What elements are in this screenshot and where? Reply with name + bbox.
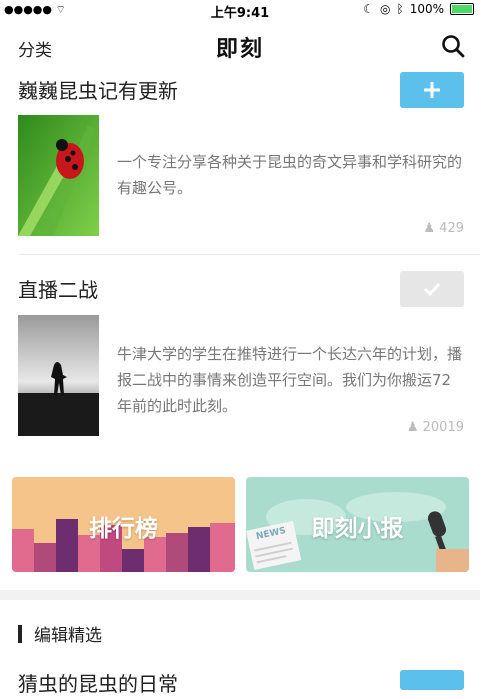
divider [18, 254, 480, 255]
battery-icon [450, 3, 474, 15]
section-accent-bar [18, 624, 22, 643]
ranking-banner[interactable]: 排行榜 [12, 477, 235, 572]
ladybug-thumbnail [18, 115, 99, 236]
navbar: 分类 即刻 [0, 20, 480, 72]
search-icon[interactable] [440, 33, 466, 59]
bluetooth-icon: ᛒ [396, 2, 404, 16]
topic-description: 一个专注分享各种关于昆虫的奇文异事和学科研究的有趣公号。 [117, 153, 463, 197]
banner-label: 排行榜 [89, 516, 158, 542]
topic-card[interactable]: 巍巍昆虫记有更新 一个专注分享各种关于昆虫的奇文异事和学科研究的有趣公号。 ♟ … [0, 72, 480, 255]
follow-button[interactable] [400, 670, 464, 690]
checkmark-icon [423, 282, 441, 297]
ww2-soldier-thumbnail [18, 315, 99, 436]
topic-card[interactable]: 直播二战 牛津大学的学生在推特进行一个长达六年的计划，播报二战中的事情来创造平行… [0, 271, 480, 451]
moon-icon: ☾ [363, 2, 374, 16]
status-right: ☾ ◎ ᛒ 100% [363, 2, 474, 16]
plus-icon [424, 82, 440, 98]
section-spacer [0, 590, 480, 600]
section-header: 编辑精选 [18, 621, 102, 646]
status-bar: ●●●●● ⌔ 上午9:41 ☾ ◎ ᛒ 100% [0, 0, 480, 21]
lock-rotation-icon: ◎ [380, 2, 391, 16]
person-icon: ♟ [423, 221, 436, 236]
topic-title: 直播二战 [18, 278, 98, 302]
subscriber-count: ♟ 429 [423, 221, 464, 236]
topic-title: 巍巍昆虫记有更新 [18, 79, 178, 103]
section-title: 编辑精选 [34, 626, 102, 646]
next-topic-title[interactable]: 猜虫的昆虫的日常 [18, 668, 178, 697]
follow-button[interactable] [400, 72, 464, 108]
banner-label: 即刻小报 [311, 516, 404, 542]
battery-percent: 100% [409, 2, 444, 16]
app-logo-title: 即刻 [215, 37, 264, 62]
topic-description: 牛津大学的学生在推特进行一个长达六年的计划，播报二战中的事情来创造平行空间。我们… [117, 345, 463, 415]
newspaper-banner[interactable]: NEWS 即刻小报 [246, 477, 469, 572]
person-icon: ♟ [406, 420, 419, 435]
followed-button[interactable] [400, 271, 464, 307]
subscriber-count: ♟ 20019 [406, 420, 464, 435]
